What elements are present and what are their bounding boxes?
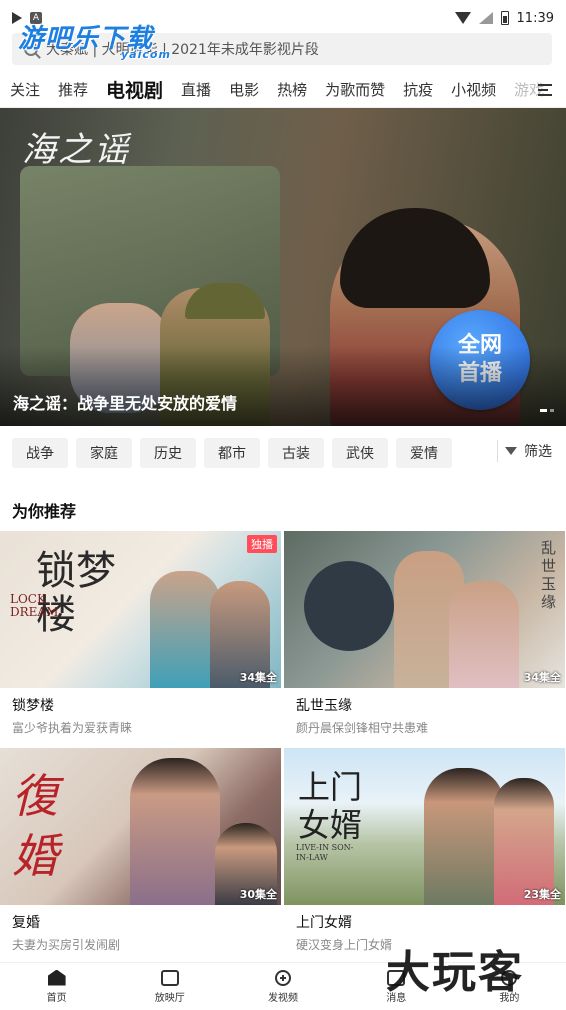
banner-caption: 海之谣：战争里无处安放的爱情 bbox=[13, 394, 238, 413]
watermark-domain: yaicom bbox=[121, 48, 171, 61]
banner-show-logo: 海之谣 bbox=[22, 130, 130, 170]
tv-icon bbox=[160, 969, 179, 986]
section-title: 为你推荐 bbox=[12, 502, 77, 521]
genre-chip-wuxia[interactable]: 武侠 bbox=[332, 438, 388, 468]
genre-chip-urban[interactable]: 都市 bbox=[204, 438, 260, 468]
genre-chip-costume[interactable]: 古装 bbox=[268, 438, 324, 468]
tab-movie[interactable]: 电影 bbox=[229, 79, 259, 100]
episode-count: 23集全 bbox=[523, 888, 561, 901]
video-card[interactable]: 锁梦楼 LOCK DREAM 独播 34集全 锁梦楼 富少爷执着为爱获青睐 bbox=[0, 531, 281, 736]
genre-chip-history[interactable]: 历史 bbox=[140, 438, 196, 468]
video-thumbnail: 乱世玉缘 34集全 bbox=[284, 531, 565, 688]
watermark-corner: 大玩客 bbox=[386, 947, 524, 998]
poster-figure bbox=[449, 581, 519, 688]
genre-chip-war[interactable]: 战争 bbox=[12, 438, 68, 468]
nav-label: 发视频 bbox=[268, 992, 298, 1004]
genre-chips: 战争 家庭 历史 都市 古装 武侠 爱情 bbox=[0, 436, 566, 470]
video-thumbnail: 復婚 30集全 bbox=[0, 748, 281, 905]
nav-screening-hall[interactable]: 放映厅 bbox=[113, 963, 226, 1010]
nav-label: 首页 bbox=[46, 992, 67, 1004]
video-card[interactable]: 乱世玉缘 34集全 乱世玉缘 颜丹晨保剑锋相守共患难 bbox=[284, 531, 565, 736]
tab-live[interactable]: 直播 bbox=[181, 79, 211, 100]
filter-label: 筛选 bbox=[524, 444, 552, 460]
genre-chip-romance[interactable]: 爱情 bbox=[396, 438, 452, 468]
exclusive-badge: 独播 bbox=[247, 535, 277, 553]
channel-menu-icon[interactable] bbox=[538, 84, 552, 96]
nav-post-video[interactable]: 发视频 bbox=[226, 963, 339, 1010]
poster-figure bbox=[304, 561, 394, 651]
home-icon bbox=[47, 969, 66, 986]
nav-home[interactable]: 首页 bbox=[0, 963, 113, 1010]
episode-count: 30集全 bbox=[239, 888, 277, 901]
chips-divider bbox=[497, 440, 498, 462]
video-title: 复婚 bbox=[12, 915, 40, 931]
poster-english: LOCK DREAM bbox=[10, 592, 59, 619]
tab-hot-list[interactable]: 热榜 bbox=[277, 79, 307, 100]
filter-button[interactable]: 筛选 bbox=[505, 436, 552, 466]
plus-circle-icon bbox=[275, 969, 291, 986]
video-card[interactable]: 復婚 30集全 复婚 夫妻为买房引发闹剧 bbox=[0, 748, 281, 953]
banner-shade bbox=[0, 346, 566, 426]
video-card[interactable]: 上门女婿 LIVE-IN SON-IN-LAW 23集全 上门女婿 硬汉变身上门… bbox=[284, 748, 565, 953]
poster-title: 復婚 bbox=[12, 769, 58, 883]
wifi-icon bbox=[454, 12, 471, 24]
filter-icon bbox=[505, 447, 517, 455]
episode-count: 34集全 bbox=[523, 671, 561, 684]
pagination-dot bbox=[550, 409, 554, 412]
tab-anti-epidemic[interactable]: 抗疫 bbox=[403, 79, 433, 100]
signal-icon bbox=[478, 12, 493, 24]
video-thumbnail: 上门女婿 LIVE-IN SON-IN-LAW 23集全 bbox=[284, 748, 565, 905]
video-desc: 富少爷执着为爱获青睐 bbox=[12, 721, 133, 735]
watermark-logo: 游吧乐下载 yaicom bbox=[18, 18, 170, 61]
tab-sing-praise[interactable]: 为歌而赞 bbox=[325, 79, 385, 100]
video-title: 上门女婿 bbox=[296, 915, 352, 931]
battery-icon bbox=[500, 11, 509, 25]
video-thumbnail: 锁梦楼 LOCK DREAM 独播 34集全 bbox=[0, 531, 281, 688]
banner-pagination bbox=[540, 409, 554, 412]
tab-follow[interactable]: 关注 bbox=[10, 79, 40, 100]
video-title: 锁梦楼 bbox=[12, 698, 54, 714]
poster-title: 乱世玉缘 bbox=[541, 539, 557, 611]
video-title: 乱世玉缘 bbox=[296, 698, 352, 714]
channel-tabs: 关注 推荐 电视剧 直播 电影 热榜 为歌而赞 抗疫 小视频 游戏 bbox=[0, 72, 566, 108]
pagination-dot bbox=[540, 409, 547, 412]
hero-banner[interactable]: 海之谣 全网 首播 海之谣：战争里无处安放的爱情 bbox=[0, 108, 566, 426]
nav-label: 放映厅 bbox=[154, 992, 185, 1004]
tab-tv-series[interactable]: 电视剧 bbox=[106, 76, 163, 103]
episode-count: 34集全 bbox=[239, 671, 277, 684]
tab-recommend[interactable]: 推荐 bbox=[58, 79, 88, 100]
tab-short-video[interactable]: 小视频 bbox=[451, 79, 496, 100]
poster-title: 上门女婿 bbox=[298, 768, 363, 844]
video-desc: 夫妻为买房引发闹剧 bbox=[12, 938, 121, 952]
poster-english: LIVE-IN SON-IN-LAW bbox=[296, 843, 354, 862]
video-desc: 颜丹晨保剑锋相守共患难 bbox=[296, 721, 429, 735]
genre-chip-family[interactable]: 家庭 bbox=[76, 438, 132, 468]
banner-hair bbox=[340, 208, 490, 308]
poster-figure bbox=[130, 758, 220, 905]
poster-figure bbox=[424, 768, 504, 905]
status-time: 11:39 bbox=[516, 10, 554, 26]
